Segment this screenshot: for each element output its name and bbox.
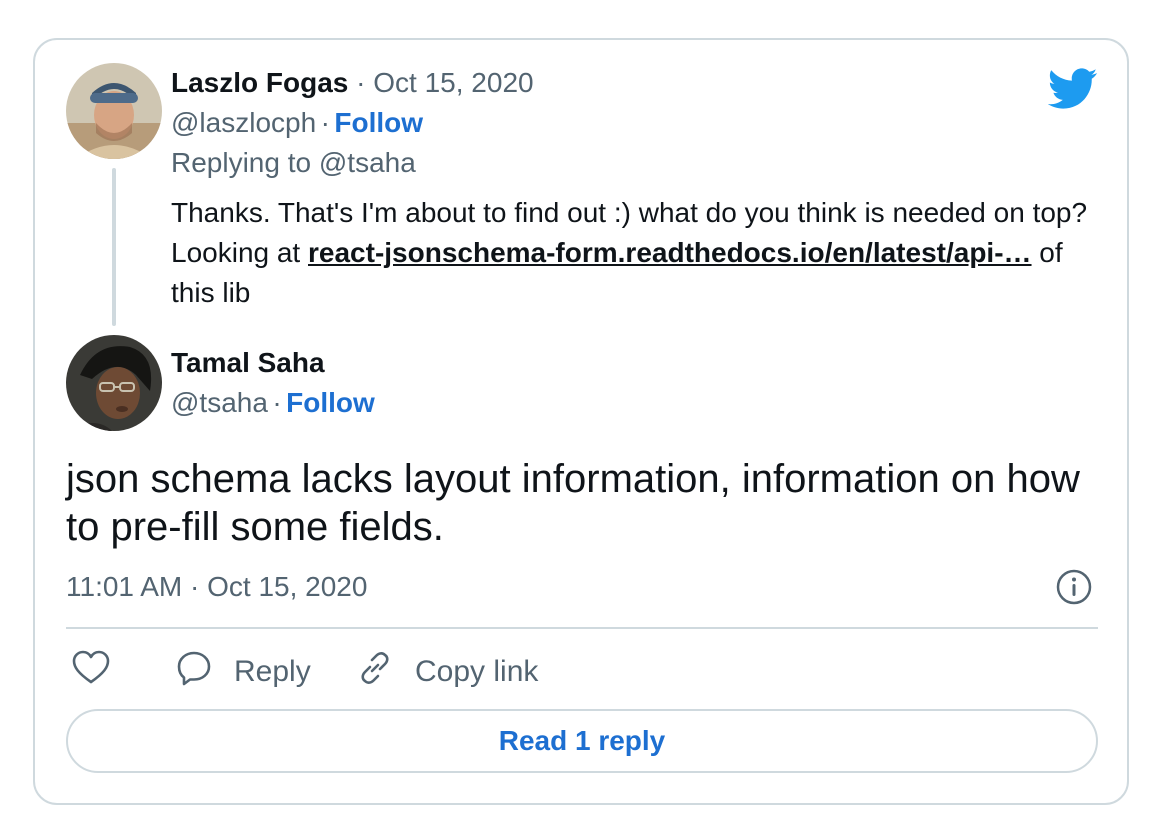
read-replies-button[interactable]: Read 1 reply (66, 709, 1098, 773)
parent-tweet-link[interactable]: react-jsonschema-form.readthedocs.io/en/… (308, 237, 1032, 268)
copy-link-button[interactable]: Copy link (357, 650, 538, 694)
laszlo-avatar[interactable] (66, 63, 162, 159)
reply-label: Reply (234, 655, 311, 688)
parent-tweet-text: Thanks. That's I'm about to find out :) … (171, 193, 1111, 313)
twitter-bird-icon[interactable] (1047, 68, 1098, 115)
info-icon[interactable] (1056, 569, 1092, 610)
parent-handle-row: @laszlocph · Follow (171, 107, 423, 139)
tweet-timestamp[interactable]: 11:01 AM · Oct 15, 2020 (66, 571, 367, 603)
handle-separator: · (320, 107, 330, 138)
tamal-avatar[interactable] (66, 335, 162, 431)
handle-separator: · (272, 387, 282, 418)
replying-to-label: Replying to @tsaha (171, 147, 416, 178)
main-author-handle[interactable]: @tsaha (171, 387, 268, 418)
copy-link-label: Copy link (415, 655, 539, 688)
thread-connector-line (112, 168, 116, 326)
like-button[interactable] (72, 650, 110, 694)
follow-laszlo-button[interactable]: Follow (334, 107, 423, 138)
parent-author-handle[interactable]: @laszlocph (171, 107, 316, 138)
parent-author-name[interactable]: Laszlo Fogas (171, 67, 348, 98)
divider (66, 627, 1098, 629)
link-icon (357, 650, 393, 694)
main-author-name[interactable]: Tamal Saha (171, 347, 325, 379)
follow-tamal-button[interactable]: Follow (286, 387, 375, 418)
heart-icon (72, 650, 110, 694)
parent-tweet-header: Laszlo Fogas · Oct 15, 2020 (171, 67, 534, 99)
parent-tweet-date[interactable]: · Oct 15, 2020 (356, 67, 533, 98)
reply-button[interactable]: Reply (176, 650, 311, 694)
main-handle-row: @tsaha · Follow (171, 387, 375, 419)
reply-bubble-icon (176, 650, 212, 694)
main-tweet-text: json schema lacks layout information, in… (66, 457, 1080, 549)
